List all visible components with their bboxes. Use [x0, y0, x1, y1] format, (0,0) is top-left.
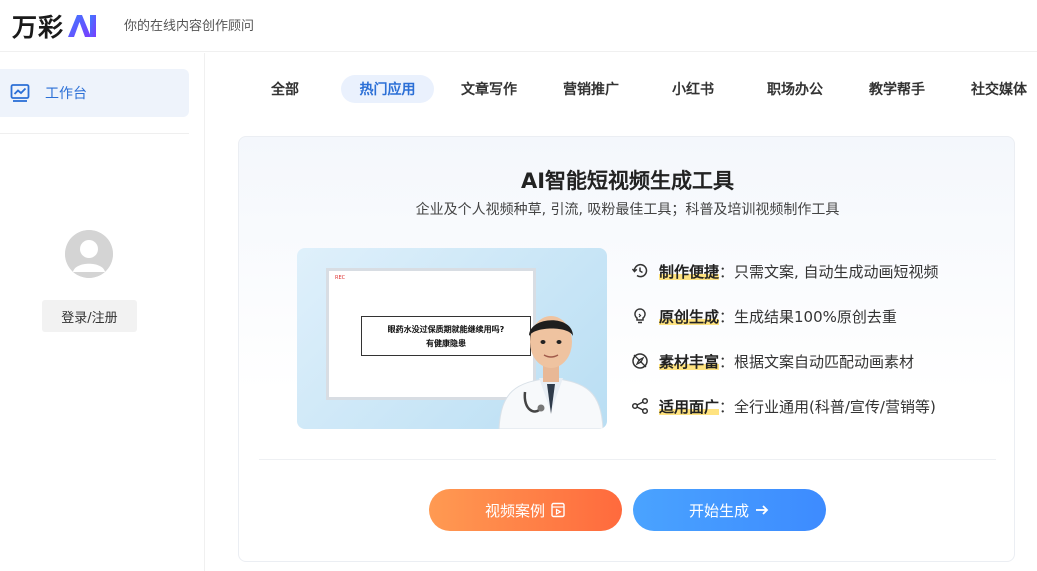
- chart-board-icon: [10, 84, 30, 102]
- card-title: AI智能短视频生成工具: [520, 169, 735, 193]
- start-generate-button[interactable]: 开始生成: [633, 489, 826, 531]
- tab-xiaohongshu[interactable]: 小红书: [649, 75, 737, 103]
- preview-caption-line2: 有健康隐患: [426, 338, 466, 348]
- tab-all[interactable]: 全部: [250, 75, 320, 103]
- tab-article-writing[interactable]: 文章写作: [445, 75, 533, 103]
- feature-value: ：全行业通用(科普/宣传/营销等): [719, 397, 936, 416]
- doctor-avatar-illustration: [498, 316, 604, 429]
- rec-label: REC: [335, 275, 346, 281]
- sidebar-divider: [0, 133, 189, 134]
- tab-social-media[interactable]: 社交媒体: [955, 75, 1037, 103]
- video-file-icon: [551, 502, 565, 518]
- tool-card: AI智能短视频生成工具 企业及个人视频种草, 引流, 吸粉最佳工具；科普及培训视…: [238, 136, 1015, 562]
- card-subtitle: 企业及个人视频种草, 引流, 吸粉最佳工具；科普及培训视频制作工具: [415, 202, 840, 218]
- sidebar: 工作台 登录/注册: [0, 53, 205, 571]
- sidebar-item-workbench[interactable]: 工作台: [0, 69, 189, 117]
- video-case-button[interactable]: 视频案例: [429, 489, 622, 531]
- video-case-label: 视频案例: [484, 501, 545, 520]
- feature-value: ：只需文案, 自动生成动画短视频: [719, 262, 939, 281]
- share-nodes-icon: [631, 397, 649, 415]
- feature-key: 适用面广: [659, 397, 720, 416]
- tab-hot-apps[interactable]: 热门应用: [341, 75, 434, 103]
- tab-marketing[interactable]: 营销推广: [547, 75, 635, 103]
- feature-item: 素材丰富 ：根据文案自动匹配动画素材: [631, 349, 914, 373]
- tab-office[interactable]: 职场办公: [751, 75, 839, 103]
- video-preview-image: REC 眼药水没过保质期就能继续用吗? 有健康隐患: [297, 248, 607, 429]
- history-clock-icon: [631, 263, 648, 278]
- ai-logo-icon: [68, 15, 97, 37]
- feature-key: 素材丰富: [659, 352, 720, 371]
- feature-value: ：生成结果100%原创去重: [719, 307, 897, 326]
- brand-logo[interactable]: 万彩: [12, 8, 98, 44]
- tab-teaching[interactable]: 教学帮手: [853, 75, 941, 103]
- lightbulb-icon: [634, 308, 646, 324]
- logo-text: 万彩: [12, 13, 65, 42]
- preview-caption-line1: 眼药水没过保质期就能继续用吗?: [387, 324, 505, 334]
- sidebar-item-label: 工作台: [45, 86, 87, 102]
- feature-item: 适用面广 ：全行业通用(科普/宣传/营销等): [631, 394, 936, 418]
- start-generate-label: 开始生成: [688, 501, 749, 520]
- feature-value: ：根据文案自动匹配动画素材: [719, 352, 915, 371]
- feature-key: 制作便捷: [659, 262, 720, 281]
- feature-item: 制作便捷 ：只需文案, 自动生成动画短视频: [631, 259, 939, 283]
- arrow-right-icon: [756, 505, 769, 515]
- avatar[interactable]: [65, 230, 113, 278]
- feature-item: 原创生成 ：生成结果100%原创去重: [631, 304, 897, 328]
- top-header: 万彩 你的在线内容创作顾问: [0, 0, 1037, 52]
- card-divider: [259, 459, 996, 460]
- feature-key: 原创生成: [659, 307, 720, 326]
- login-register-button[interactable]: 登录/注册: [42, 300, 137, 332]
- tagline: 你的在线内容创作顾问: [124, 19, 255, 34]
- user-avatar-icon: [65, 230, 113, 278]
- compass-icon: [632, 353, 648, 369]
